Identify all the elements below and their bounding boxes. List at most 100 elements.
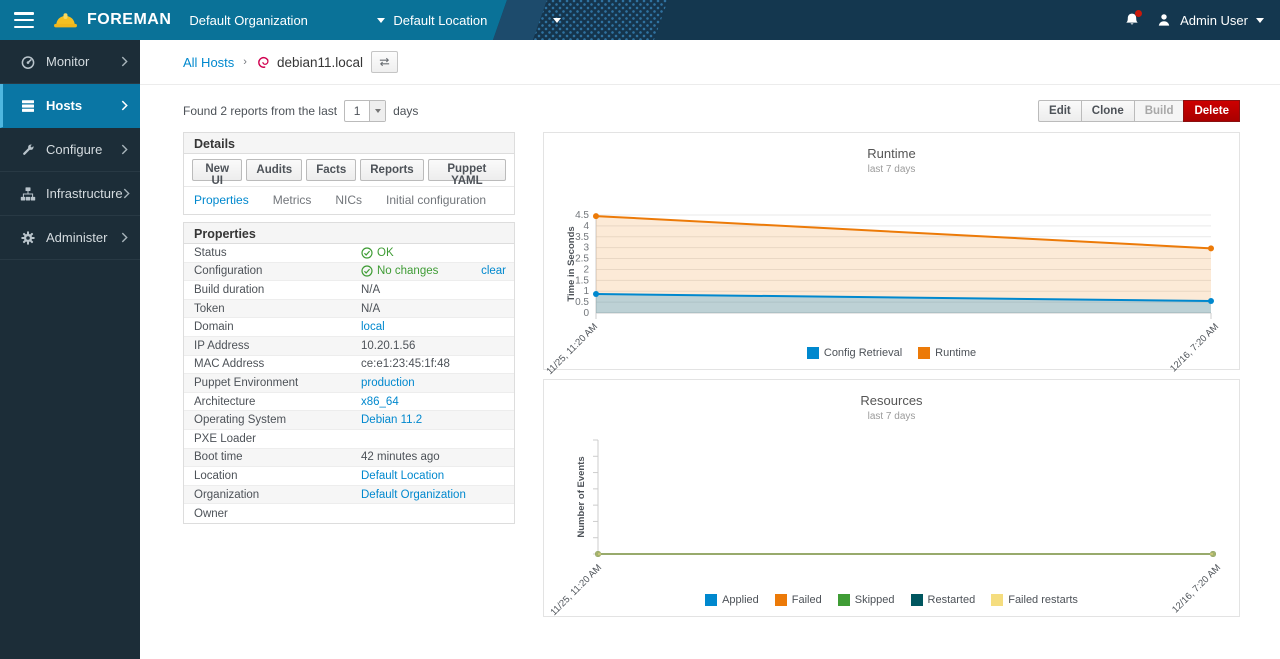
resources-chart-svg[interactable]: 11/25, 11:20 AM12/16, 7:20 AMNumber of E… (544, 440, 1239, 610)
location-selector[interactable]: Default Location (393, 13, 561, 28)
table-row: Domainlocal (184, 318, 514, 337)
svg-text:3.5: 3.5 (575, 232, 589, 243)
legend-item[interactable]: Skipped (838, 594, 895, 606)
axes (593, 440, 1213, 554)
select-caret (369, 101, 385, 121)
report-days-select[interactable]: 1 (344, 100, 386, 122)
table-row: IP Address10.20.1.56 (184, 337, 514, 356)
property-value: 10.20.1.56 (351, 340, 514, 352)
notifications-button[interactable] (1124, 12, 1140, 28)
report-days-value: 1 (345, 101, 369, 121)
sidebar-item-label: Administer (46, 230, 107, 245)
legend-swatch-icon (918, 347, 930, 359)
property-value: x86_64 (351, 396, 514, 408)
property-value: N/A (351, 303, 514, 315)
sidebar-item-infrastructure[interactable]: Infrastructure (0, 172, 140, 216)
legend-item[interactable]: Config Retrieval (807, 347, 902, 359)
property-value-link[interactable]: production (361, 377, 415, 389)
sidebar-item-label: Infrastructure (46, 186, 123, 201)
sidebar-item-hosts[interactable]: Hosts (0, 84, 140, 128)
runtime-chart-title: Runtime (544, 146, 1239, 161)
sidebar-item-configure[interactable]: Configure (0, 128, 140, 172)
properties-table-title: Properties (184, 223, 514, 244)
legend-item[interactable]: Failed (775, 594, 822, 606)
user-menu[interactable]: Admin User (1156, 12, 1264, 28)
svg-text:1: 1 (583, 286, 589, 297)
reports-found-text: Found 2 reports from the last 1 days (183, 100, 418, 122)
gear-icon (20, 230, 36, 246)
details-panel-title: Details (184, 133, 514, 154)
property-value-link[interactable]: x86_64 (361, 396, 399, 408)
breadcrumb-all-hosts-link[interactable]: All Hosts (183, 55, 234, 70)
host-switcher-button[interactable] (371, 51, 398, 73)
delete-button[interactable]: Delete (1183, 100, 1240, 122)
svg-text:1.5: 1.5 (575, 275, 589, 286)
tab-initial-configuration[interactable]: Initial configuration (386, 193, 486, 207)
chevron-right-icon (123, 188, 130, 199)
property-label: PXE Loader (184, 433, 351, 445)
property-value-link[interactable]: Default Location (361, 470, 444, 482)
table-row: TokenN/A (184, 300, 514, 319)
new-ui-button[interactable]: New UI (192, 159, 242, 181)
details-panel: Details New UI Audits Facts Reports Pupp… (183, 132, 515, 215)
legend-item[interactable]: Applied (705, 594, 759, 606)
property-value-link[interactable]: Debian 11.2 (361, 414, 422, 426)
debian-swirl-icon (256, 55, 271, 70)
runtime-chart-subtitle: last 7 days (544, 164, 1239, 175)
sidebar-item-label: Configure (46, 142, 102, 157)
property-label: Configuration (184, 265, 351, 277)
organization-selector[interactable]: Default Organization (189, 13, 385, 28)
reports-found-prefix: Found 2 reports from the last (183, 104, 337, 118)
legend-label: Restarted (928, 594, 976, 606)
svg-text:0: 0 (583, 308, 589, 319)
sidebar-item-administer[interactable]: Administer (0, 216, 140, 260)
property-label: Boot time (184, 451, 351, 463)
build-button[interactable]: Build (1134, 100, 1185, 122)
property-value-link[interactable]: Default Organization (361, 489, 466, 501)
details-tabs: Properties Metrics NICs Initial configur… (184, 186, 514, 214)
top-navbar: FOREMAN Default Organization Default Loc… (0, 0, 1280, 40)
chevron-right-icon (121, 56, 128, 67)
breadcrumb: All Hosts › debian11.local (140, 40, 1280, 85)
arrows-left-right-icon (378, 57, 391, 67)
property-value: No changesclear (351, 265, 514, 277)
facts-button[interactable]: Facts (306, 159, 356, 181)
property-value: OK (351, 247, 514, 259)
x-axis-labels: 11/25, 11:20 AM12/16, 7:20 AM (548, 562, 1223, 618)
table-row: Architecturex86_64 (184, 393, 514, 412)
organization-selector-label: Default Organization (189, 13, 308, 28)
unread-notifications-badge (1135, 10, 1142, 17)
chevron-down-icon (377, 18, 385, 23)
breadcrumb-current-host: debian11.local (277, 55, 363, 70)
clone-button[interactable]: Clone (1081, 100, 1135, 122)
property-value-link[interactable]: local (361, 321, 385, 333)
svg-text:12/16, 7:20 AM: 12/16, 7:20 AM (1170, 562, 1223, 615)
tab-metrics[interactable]: Metrics (273, 193, 312, 207)
resources-chart-title: Resources (544, 393, 1239, 408)
menu-toggle-button[interactable] (14, 12, 36, 28)
property-value: local (351, 321, 514, 333)
resources-chart-panel: Resources last 7 days 11/25, 11:20 AM12/… (543, 379, 1240, 617)
legend-label: Skipped (855, 594, 895, 606)
brand[interactable]: FOREMAN (52, 10, 171, 31)
legend-item[interactable]: Failed restarts (991, 594, 1078, 606)
tab-properties[interactable]: Properties (194, 193, 249, 207)
edit-button[interactable]: Edit (1038, 100, 1082, 122)
reports-button[interactable]: Reports (360, 159, 423, 181)
resources-chart-legend: Applied Failed Skipped Restarted Failed rest… (544, 594, 1239, 606)
legend-item[interactable]: Runtime (918, 347, 976, 359)
legend-item[interactable]: Restarted (911, 594, 976, 606)
table-row: MAC Addressce:e1:23:45:1f:48 (184, 356, 514, 375)
puppet-yaml-button[interactable]: Puppet YAML (428, 159, 506, 181)
table-row: StatusOK (184, 244, 514, 263)
check-circle-icon (361, 247, 373, 259)
chevron-right-icon (121, 232, 128, 243)
audits-button[interactable]: Audits (246, 159, 302, 181)
tab-nics[interactable]: NICs (335, 193, 362, 207)
property-value: Default Organization (351, 489, 514, 501)
clear-link[interactable]: clear (481, 265, 506, 277)
runtime-chart-svg[interactable]: 00.511.522.533.544.511/25, 11:20 AM12/16… (544, 193, 1239, 363)
reports-found-suffix: days (393, 104, 418, 118)
main-content: All Hosts › debian11.local Found 2 repor… (140, 40, 1280, 659)
sidebar-item-monitor[interactable]: Monitor (0, 40, 140, 84)
